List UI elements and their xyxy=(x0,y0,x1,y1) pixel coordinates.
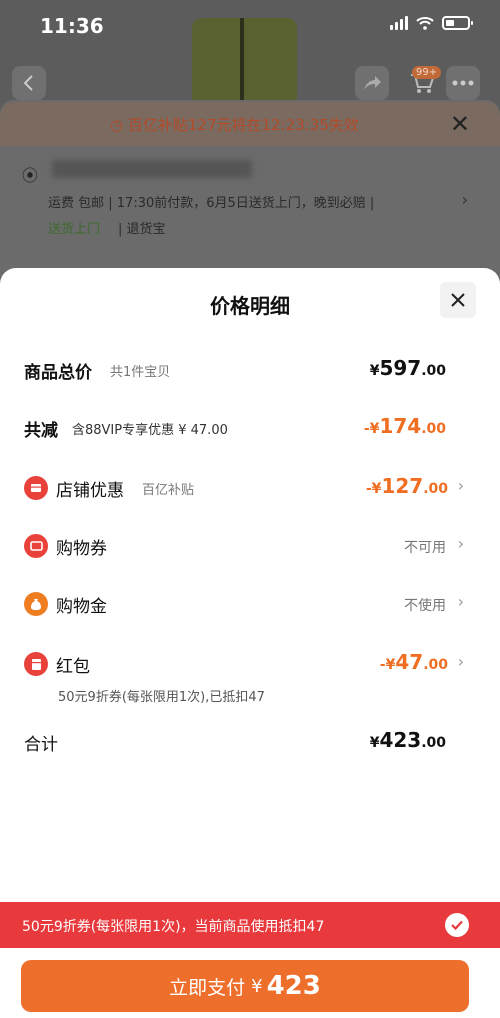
coin-bag-icon xyxy=(24,592,48,616)
total-price-label: 商品总价 xyxy=(24,363,92,383)
check-icon[interactable] xyxy=(445,913,469,937)
pay-button-amount: 423 xyxy=(266,971,321,1001)
shipping-info: 运费 包邮 | 17:30前付款，6月5日送货上门，晚到必赔 | xyxy=(48,196,375,211)
sum-label: 合计 xyxy=(24,735,58,755)
gold-label: 购物金 xyxy=(56,597,107,617)
more-icon xyxy=(452,80,474,86)
row-total-reduction: 共减 含88VIP专享优惠 ¥ 47.00 -¥174.00 xyxy=(24,412,464,442)
red-packet-label: 红包 xyxy=(56,657,90,677)
countdown-text: ◷ 百亿补贴127元将在12:23:35失效 xyxy=(110,116,359,134)
total-price-value: ¥597.00 xyxy=(369,356,446,380)
shop-discount-label: 店铺优惠 xyxy=(56,481,124,501)
share-button[interactable] xyxy=(355,66,389,100)
back-button[interactable] xyxy=(12,66,46,100)
chevron-right-icon: › xyxy=(461,190,468,209)
wifi-icon xyxy=(416,16,434,30)
row-shopping-gold[interactable]: 购物金 不使用 › xyxy=(24,588,464,618)
row-total-price: 商品总价 共1件宝贝 ¥597.00 xyxy=(24,354,464,384)
row-red-packet[interactable]: 红包 -¥47.00 › xyxy=(24,648,464,678)
row-shop-discount[interactable]: 店铺优惠 百亿补贴 -¥127.00 › xyxy=(24,472,464,502)
sum-value: ¥423.00 xyxy=(369,728,446,752)
subsidy-countdown-bar: ◷ 百亿补贴127元将在12:23:35失效 ✕ xyxy=(0,102,500,146)
location-icon: ⦿ xyxy=(22,166,39,185)
battery-icon xyxy=(442,16,473,30)
share-icon xyxy=(364,76,381,90)
signal-icon xyxy=(390,16,408,30)
address-redacted xyxy=(52,160,252,178)
red-packet-note: 50元9折券(每张限用1次),已抵扣47 xyxy=(58,690,265,705)
chevron-right-icon: › xyxy=(457,592,464,611)
reduction-sub: 含88VIP专享优惠 ¥ 47.00 xyxy=(72,423,228,438)
red-packet-value: -¥47.00 xyxy=(379,650,448,674)
ticket-icon xyxy=(24,534,48,558)
status-time: 11:36 xyxy=(40,14,104,38)
close-icon xyxy=(451,293,465,307)
pay-now-button[interactable]: 立即支付 ¥ 423 xyxy=(21,960,469,1012)
reduction-value: -¥174.00 xyxy=(363,414,446,438)
cart-badge: 99+ xyxy=(412,66,442,79)
gold-status: 不使用 xyxy=(404,598,446,614)
store-icon xyxy=(24,476,48,500)
reduction-label: 共减 xyxy=(24,421,58,441)
return-tag: | 退货宝 xyxy=(118,222,166,237)
total-price-sub: 共1件宝贝 xyxy=(110,365,171,380)
pay-button-label: 立即支付 xyxy=(169,976,246,999)
more-button[interactable] xyxy=(446,66,480,100)
shop-discount-value: -¥127.00 xyxy=(365,474,448,498)
chevron-right-icon: › xyxy=(457,476,464,495)
countdown-close-button[interactable]: ✕ xyxy=(450,110,470,138)
coupon-banner-text: 50元9折券(每张限用1次)，当前商品使用抵扣47 xyxy=(22,919,325,935)
voucher-status: 不可用 xyxy=(404,540,446,556)
row-sum: 合计 ¥423.00 xyxy=(24,726,464,756)
status-icons xyxy=(390,16,473,30)
coupon-banner[interactable]: 50元9折券(每张限用1次)，当前商品使用抵扣47 xyxy=(0,902,500,948)
row-shopping-voucher[interactable]: 购物券 不可用 › xyxy=(24,530,464,560)
voucher-label: 购物券 xyxy=(56,539,107,559)
pay-button-currency: ¥ xyxy=(251,975,263,997)
sheet-close-button[interactable] xyxy=(440,282,476,318)
status-bar: 11:36 xyxy=(0,0,500,52)
chevron-right-icon: › xyxy=(457,652,464,671)
red-packet-icon xyxy=(24,652,48,676)
delivery-tag: 送货上门 xyxy=(48,222,101,237)
shop-discount-sub: 百亿补贴 xyxy=(142,483,195,498)
back-icon xyxy=(23,75,33,91)
sheet-title: 价格明细 xyxy=(210,294,290,318)
clock-icon: ◷ xyxy=(110,116,124,134)
chevron-right-icon: › xyxy=(457,534,464,553)
